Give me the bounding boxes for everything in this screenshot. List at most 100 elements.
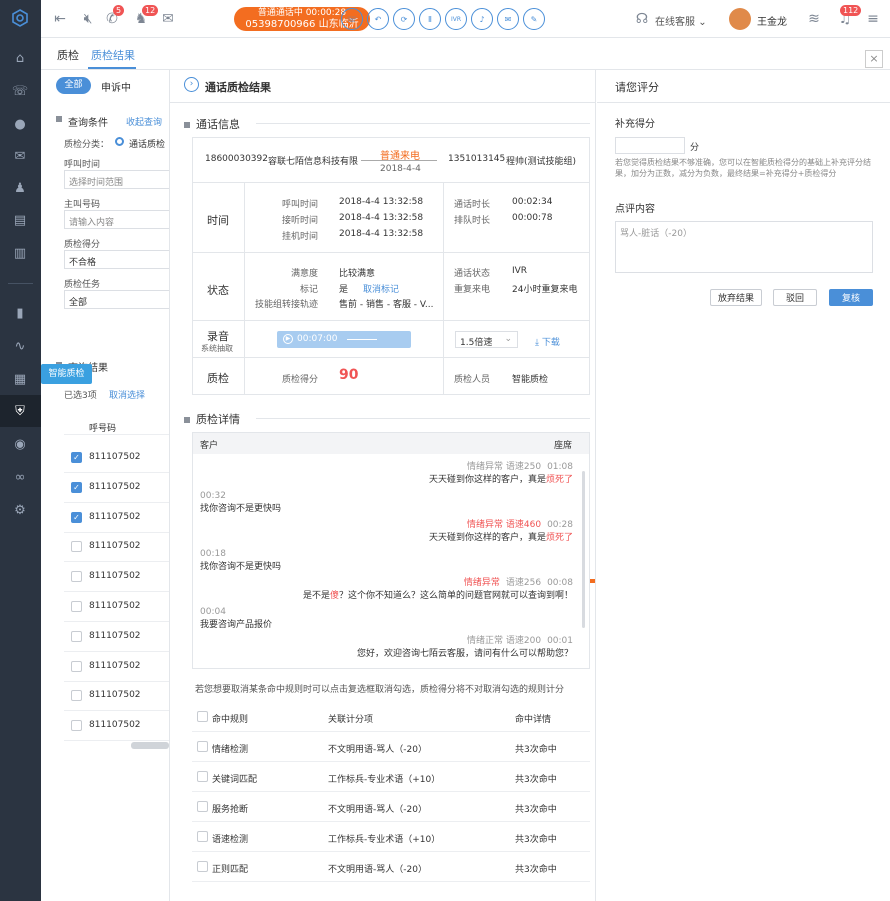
redial-button[interactable]: ↶ <box>367 8 389 30</box>
download-link[interactable]: ⤓ 下载 <box>535 335 560 348</box>
reject-button[interactable]: 驳回 <box>773 289 817 306</box>
table-row[interactable]: ✓ 811107502 <box>64 473 174 503</box>
rule-checkbox[interactable] <box>197 831 208 842</box>
abandon-button[interactable]: 放弃结果 <box>710 289 762 306</box>
query-title: 查询条件 <box>68 118 108 129</box>
row-checkbox[interactable] <box>71 630 82 642</box>
pulse-icon[interactable]: ∿ <box>11 337 29 355</box>
rule-checkbox[interactable] <box>197 861 208 872</box>
select-all-checkbox[interactable] <box>197 711 208 722</box>
rule-row[interactable]: 语速检测 工作标兵-专业术语（+10） 共3次命中 <box>192 822 590 852</box>
note-button[interactable]: ✎ <box>523 8 545 30</box>
service-status[interactable]: 在线客服 ⌄ <box>655 13 707 28</box>
rule-checkbox[interactable] <box>197 771 208 782</box>
chevron-right-icon[interactable]: › <box>184 77 199 92</box>
table-row[interactable]: ✓ 811107502 <box>64 443 174 473</box>
calendar-icon[interactable]: ▦ <box>11 370 29 388</box>
category-radio[interactable] <box>115 137 124 146</box>
avatar[interactable] <box>729 8 751 30</box>
tab-qc[interactable]: 质检 <box>57 47 79 63</box>
link-icon[interactable]: ∞ <box>11 468 29 486</box>
caller-input[interactable]: 请输入内容 <box>64 210 174 229</box>
phone-icon[interactable]: ☏ <box>11 82 29 100</box>
row-checkbox[interactable] <box>71 720 82 732</box>
supp-score-hint: 若您觉得质检结果不够准确，您可以在智能质检得分的基础上补充评分结果，加分为正数，… <box>615 158 871 178</box>
message-icon[interactable]: ◉ <box>11 435 29 453</box>
hangup-button[interactable]: ☏ <box>341 8 363 30</box>
message-button[interactable]: ✉ <box>497 8 519 30</box>
cancel-select-link[interactable]: 取消选择 <box>109 388 145 401</box>
comment-textarea[interactable]: 骂人-脏话（-20） <box>615 221 873 273</box>
home-icon[interactable]: ⌂ <box>11 49 29 67</box>
call-time-input[interactable]: 选择时间范围 <box>64 170 174 189</box>
rule-item: 工作标兵-专业术语（+10） <box>328 775 441 785</box>
table-row[interactable]: 811107502 <box>64 562 174 593</box>
pause-button[interactable]: Ⅱ <box>419 8 441 30</box>
consult-button[interactable]: ♪ <box>471 8 493 30</box>
table-row[interactable]: 811107502 <box>64 622 174 652</box>
v-scrollbar[interactable] <box>582 471 585 628</box>
book-icon[interactable]: ▥ <box>11 244 29 262</box>
filter-all-button[interactable]: 全部 <box>56 77 91 94</box>
chat-bubble-icon[interactable]: ✆ 5 <box>103 5 125 28</box>
bar-chart-icon[interactable]: ▮ <box>11 304 29 322</box>
qc-shield-icon[interactable]: ⛨ <box>11 402 29 420</box>
ivr-button[interactable]: IVR <box>445 8 467 30</box>
bell-icon[interactable]: ♫ 112 <box>836 5 862 28</box>
collapse-query-link[interactable]: 收起查询 <box>126 115 162 128</box>
mail-icon[interactable]: ✉ <box>11 147 29 165</box>
emotion-speed: 情绪异常 <box>463 578 500 588</box>
supp-score-input[interactable] <box>615 137 685 154</box>
users-icon[interactable]: ♞ 12 <box>132 5 159 28</box>
text-tail: ？这个你不知道么？这么简单的问题官网就可以查询到啊！ <box>338 591 573 601</box>
rule-checkbox[interactable] <box>197 741 208 752</box>
h-scrollbar[interactable] <box>131 742 169 749</box>
review-button[interactable]: 复核 <box>829 289 873 306</box>
audio-progress[interactable] <box>347 339 377 340</box>
row-checkbox[interactable] <box>71 571 82 583</box>
audio-player[interactable]: ▶ 00:07:00 <box>277 331 411 348</box>
task-label: 质检任务 <box>64 280 101 290</box>
message-meta: 情绪异常 语速256 00:08 <box>303 575 573 588</box>
menu-icon[interactable]: ≡ <box>864 10 882 28</box>
message-meta: 情绪异常 语速460 00:28 <box>429 517 573 530</box>
speed-select[interactable]: 1.5倍速 ⌄ <box>455 331 518 348</box>
clipboard-icon[interactable]: ▤ <box>11 211 29 229</box>
rule-row[interactable]: 关键词匹配 工作标兵-专业术语（+10） 共3次命中 <box>192 762 590 792</box>
row-checkbox[interactable]: ✓ <box>71 452 82 463</box>
play-icon[interactable]: ▶ <box>283 334 293 344</box>
table-row[interactable]: 811107502 <box>64 592 174 622</box>
row-checkbox[interactable] <box>71 660 82 672</box>
row-checkbox[interactable]: ✓ <box>71 511 82 523</box>
row-checkbox[interactable]: ✓ <box>71 481 82 493</box>
table-row[interactable]: 811107502 <box>64 532 174 563</box>
tab-underline <box>88 67 136 69</box>
filter-appeal-button[interactable]: 申诉中 <box>101 79 131 94</box>
mail-off-icon[interactable]: ✉ <box>159 10 177 28</box>
contacts-icon[interactable]: ♟ <box>11 179 29 197</box>
rule-row[interactable]: 情绪检测 不文明用语-骂人（-20） 共3次命中 <box>192 732 590 762</box>
tab-qc-result[interactable]: 质检结果 <box>91 47 135 63</box>
mute-icon[interactable]: 🔇︎ <box>79 10 97 28</box>
rule-checkbox[interactable] <box>197 801 208 812</box>
table-row[interactable]: 811107502 <box>64 711 174 742</box>
close-icon[interactable]: × <box>865 50 883 68</box>
row-checkbox[interactable] <box>71 690 82 702</box>
headset-icon[interactable]: ☊ <box>633 10 651 28</box>
score-select[interactable]: 不合格 <box>64 250 174 269</box>
cancel-mark-link[interactable]: 取消标记 <box>363 282 399 295</box>
settings-icon[interactable]: ⚙ <box>11 501 29 519</box>
message-time: 00:01 <box>547 636 573 646</box>
transfer-button[interactable]: ⟳ <box>393 8 415 30</box>
rule-row[interactable]: 服务抢断 不文明用语-骂人（-20） 共3次命中 <box>192 792 590 822</box>
row-checkbox[interactable] <box>71 601 82 612</box>
collapse-menu-icon[interactable]: ⇤ <box>51 10 69 28</box>
row-checkbox[interactable] <box>71 541 82 553</box>
chat-icon[interactable]: ● <box>11 115 29 133</box>
table-row[interactable]: ✓ 811107502 <box>64 503 174 533</box>
task-select[interactable]: 全部 <box>64 290 174 309</box>
table-row[interactable]: 811107502 <box>64 652 174 682</box>
user-name[interactable]: 王金龙 <box>757 13 787 28</box>
table-row[interactable]: 811107502 <box>64 681 174 712</box>
rule-row[interactable]: 正则匹配 不文明用语-骂人（-20） 共3次命中 <box>192 852 590 882</box>
